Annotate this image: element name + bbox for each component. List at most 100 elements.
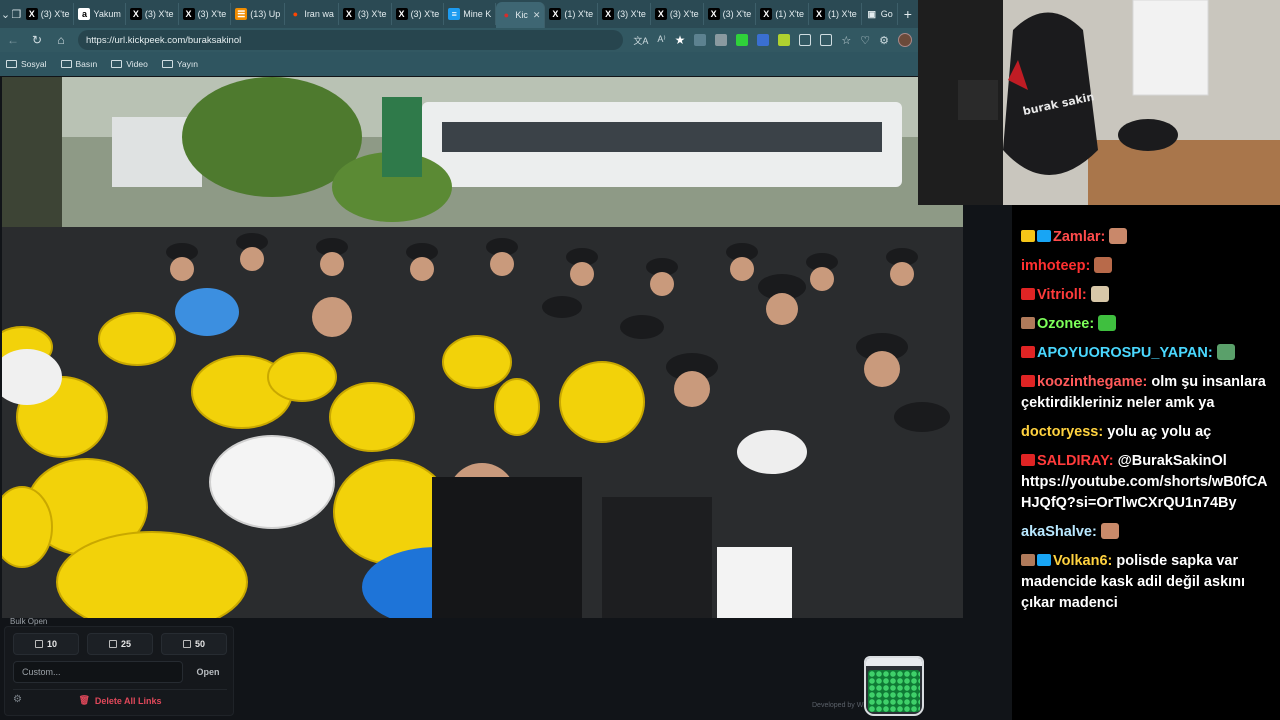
extension-icon[interactable] [757, 34, 770, 46]
chat-username[interactable]: doctoryess: [1021, 424, 1103, 440]
bookmark-folder[interactable]: Video [111, 59, 148, 69]
bookmark-folder[interactable]: Yayın [161, 59, 198, 69]
translate-icon[interactable]: 文A [633, 34, 648, 46]
video-frame [2, 77, 963, 618]
chat-username[interactable]: Volkan6: [1053, 553, 1112, 569]
chat-username[interactable]: Zamlar: [1053, 229, 1105, 245]
jar-marbles [868, 670, 920, 712]
chat-emote-icon [1100, 523, 1119, 539]
user-badge-icon [1021, 554, 1035, 566]
chat-username[interactable]: koozinthegame: [1037, 374, 1147, 390]
custom-count-input[interactable]: Custom... [13, 661, 183, 683]
chat-message: SALDIRAY: @BurakSakinOl https://youtube.… [1021, 451, 1272, 514]
browser-tab[interactable]: X (3) X'te [651, 3, 704, 25]
jar-lid [866, 658, 922, 666]
open-button[interactable]: Open [191, 661, 225, 683]
tab-favicon: ● [500, 9, 513, 21]
address-bar[interactable]: https://url.kickpeek.com/buraksakinol [78, 30, 624, 50]
chat-username[interactable]: akaShalve: [1021, 524, 1097, 540]
extension-icon[interactable] [778, 34, 791, 46]
extension-icon[interactable] [736, 34, 749, 46]
bookmark-folder[interactable]: Basın [60, 59, 97, 69]
settings-icon[interactable]: ⚙ [879, 34, 889, 47]
browser-tab[interactable]: X (3) X'te [704, 3, 757, 25]
delete-all-links-button[interactable]: 🗑 Delete All Links [13, 689, 227, 711]
user-badge-icon [1021, 317, 1035, 329]
open-50-button[interactable]: 50 [161, 633, 227, 655]
chat-username[interactable]: SALDIRAY: [1037, 453, 1114, 469]
browser-tab[interactable]: X (3) X'te [392, 3, 445, 25]
tab-favicon: ▣ [865, 8, 878, 20]
browser-tab[interactable]: ☰ (13) Up [231, 3, 286, 25]
marble-jar-widget [864, 656, 924, 716]
external-link-icon [182, 640, 191, 648]
browser-tab[interactable]: X (1) X'te [809, 3, 862, 25]
chat-message: APOYUOROSPU_YAPAN: [1021, 343, 1272, 364]
tab-favicon: X [654, 8, 667, 20]
browser-tab[interactable]: X (3) X'te [598, 3, 651, 25]
browser-tab[interactable]: ● Kic ✕ [496, 2, 546, 28]
chat-emote-icon [1090, 286, 1109, 302]
new-tab-button[interactable]: + [898, 6, 918, 22]
extensions-puzzle-icon[interactable] [799, 34, 812, 46]
webcam-frame: burak sakin [918, 0, 1280, 205]
browser-tab[interactable]: X (1) X'te [756, 3, 810, 25]
chat-message: Vitrioll: [1021, 285, 1272, 306]
tab-label: Iran wa [304, 9, 334, 19]
screen: ⌄ ❐ X (3) X'te a Yakum X (3) X'te X (3) X'te ☰ (1… [0, 0, 1280, 720]
read-aloud-icon[interactable]: A⁾ [657, 34, 665, 46]
chat-emote-icon [1094, 257, 1113, 273]
browser-tab[interactable]: X (3) X'te [22, 3, 75, 25]
browser-tab[interactable]: X (1) X'te [545, 3, 599, 25]
chat-username[interactable]: Vitrioll: [1037, 287, 1087, 303]
home-icon[interactable]: ⌂ [54, 33, 68, 47]
workspaces-icon[interactable]: ❐ [11, 0, 22, 28]
reload-icon[interactable]: ↻ [30, 33, 44, 47]
close-tab-icon[interactable]: ✕ [533, 10, 541, 21]
tab-label: (3) X'te [357, 9, 387, 19]
extension-icon[interactable] [694, 34, 707, 46]
chat-username[interactable]: APOYUOROSPU_YAPAN: [1037, 345, 1213, 361]
extension-icon[interactable] [715, 34, 728, 46]
tab-label: (3) X'te [617, 9, 646, 19]
bookmark-folder[interactable]: Sosyal [6, 59, 47, 69]
tab-menu-icon[interactable]: ⌄ [0, 0, 11, 28]
browser-tab[interactable]: X (3) X'te [126, 3, 179, 25]
browser-tab[interactable]: X (3) X'te [339, 3, 392, 25]
chat-message: koozinthegame: olm şu insanlara çektirdi… [1021, 372, 1272, 414]
button-label: 25 [120, 639, 131, 649]
back-icon[interactable]: ← [6, 33, 20, 47]
folder-icon [60, 60, 72, 68]
browser-tab[interactable]: ▣ Go [862, 3, 898, 25]
bookmark-label: Sosyal [21, 59, 47, 69]
tab-label: (13) Up [250, 9, 281, 19]
favorite-star-icon[interactable]: ★ [675, 33, 686, 47]
open-10-button[interactable]: 10 [13, 633, 79, 655]
trash-icon: 🗑 [78, 695, 90, 705]
split-screen-icon[interactable] [820, 34, 833, 46]
chat-username[interactable]: Ozonee: [1037, 316, 1094, 332]
folder-icon [6, 60, 17, 68]
tab-label: (1) X'te [775, 9, 805, 19]
browser-tab[interactable]: ● Iran wa [285, 3, 339, 25]
chat-username[interactable]: imhoteep: [1021, 258, 1090, 274]
video-player[interactable] [2, 77, 963, 618]
tab-label: Mine K [463, 9, 492, 19]
open-25-button[interactable]: 25 [87, 633, 153, 655]
tab-label: (3) X'te [722, 9, 752, 19]
folder-icon [111, 60, 123, 68]
chat-text: yolu aç yolu aç [1107, 424, 1212, 440]
tab-label: Yakum [93, 9, 121, 19]
tab-favicon: ≡ [448, 8, 461, 20]
chat-emote-icon [1216, 344, 1235, 360]
profile-avatar[interactable] [898, 33, 912, 47]
browser-tab[interactable]: a Yakum [74, 3, 126, 25]
favorites-icon[interactable]: ☆ [841, 34, 851, 47]
chat-message: imhoteep: [1021, 256, 1272, 277]
user-badge-icon [1021, 230, 1035, 242]
chat-message: Zamlar: [1021, 227, 1272, 248]
browser-tab[interactable]: ≡ Mine K [444, 3, 497, 25]
browser-tab[interactable]: X (3) X'te [179, 3, 232, 25]
chat-message: Volkan6: polisde sapka var madencide kas… [1021, 551, 1272, 614]
collections-icon[interactable]: ♡ [860, 34, 870, 47]
